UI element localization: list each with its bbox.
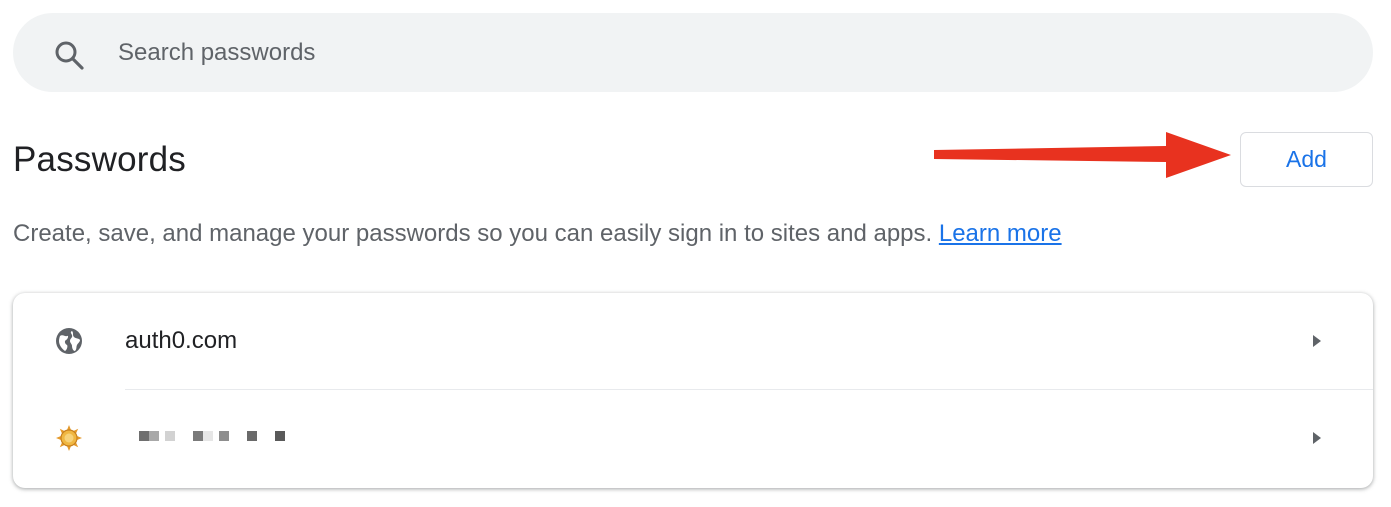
site-name: auth0.com [125, 327, 238, 354]
list-item[interactable]: auth0.com [13, 293, 1373, 390]
annotation-arrow-icon [934, 132, 1231, 178]
list-item[interactable] [13, 390, 1373, 487]
sun-favicon-icon [56, 425, 82, 451]
description-text: Create, save, and manage your passwords … [13, 220, 939, 247]
chevron-right-icon [1313, 335, 1321, 347]
add-password-button[interactable]: Add [1240, 132, 1373, 187]
search-icon [55, 41, 84, 70]
globe-icon [56, 328, 82, 354]
learn-more-link[interactable]: Learn more [939, 220, 1062, 247]
search-bar[interactable] [13, 13, 1373, 92]
page-description: Create, save, and manage your passwords … [13, 220, 1062, 248]
redacted-site-name [139, 431, 285, 441]
search-input[interactable] [118, 33, 1318, 73]
password-list: auth0.com [13, 293, 1373, 488]
chevron-right-icon [1313, 432, 1321, 444]
page-title: Passwords [13, 140, 186, 179]
